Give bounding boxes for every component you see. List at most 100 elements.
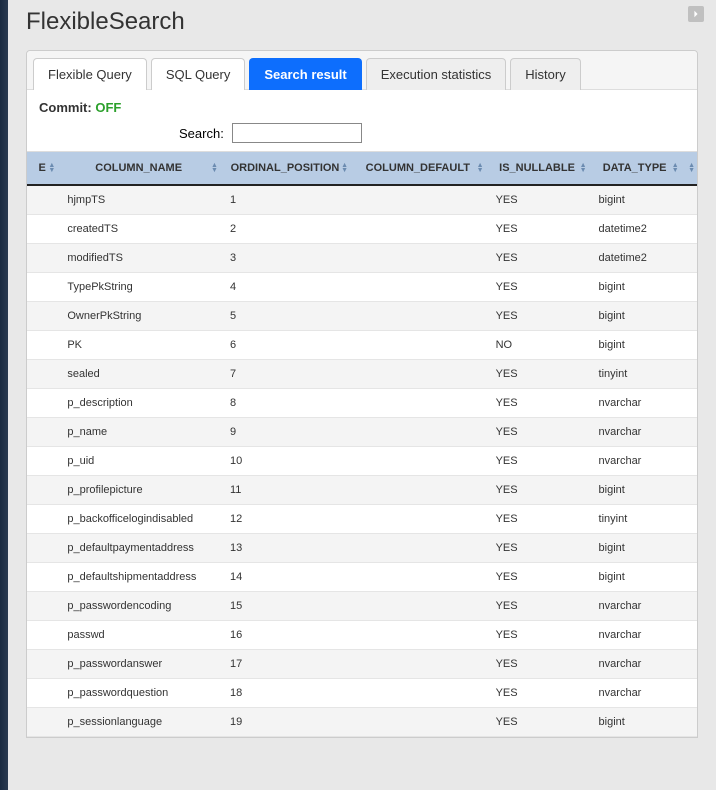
tab-sql-query[interactable]: SQL Query (151, 58, 246, 90)
cell-column_default (350, 476, 486, 505)
table-row[interactable]: p_passwordencoding15YESnvarchar (27, 592, 697, 621)
tab-execution-statistics[interactable]: Execution statistics (366, 58, 507, 90)
cell-ordinal_position: 15 (220, 592, 350, 621)
cell-column_name: hjmpTS (57, 185, 220, 215)
cell-column_name: OwnerPkString (57, 302, 220, 331)
tab-content: Commit: OFF Search: E▲▼COLUMN_NAME▲▼ORDI… (27, 90, 697, 737)
cell-column_default (350, 418, 486, 447)
column-header-last_fragment[interactable]: ▲▼ (681, 152, 697, 185)
table-row[interactable]: TypePkString4YESbigint (27, 273, 697, 302)
cell-is_nullable: YES (486, 534, 589, 563)
tab-bar: Flexible QuerySQL QuerySearch resultExec… (27, 51, 697, 90)
cell-data_type: bigint (589, 563, 681, 592)
cell-first (27, 621, 57, 650)
table-row[interactable]: p_backofficelogindisabled12YEStinyint (27, 505, 697, 534)
cell-data_type: nvarchar (589, 650, 681, 679)
sort-icon: ▲▼ (341, 163, 348, 173)
cell-last (681, 302, 697, 331)
table-row[interactable]: sealed7YEStinyint (27, 360, 697, 389)
column-header-ordinal_position[interactable]: ORDINAL_POSITION▲▼ (220, 152, 350, 185)
cell-first (27, 650, 57, 679)
table-row[interactable]: p_defaultshipmentaddress14YESbigint (27, 563, 697, 592)
tab-flexible-query[interactable]: Flexible Query (33, 58, 147, 90)
cell-data_type: tinyint (589, 505, 681, 534)
cell-column_name: p_profilepicture (57, 476, 220, 505)
cell-is_nullable: NO (486, 331, 589, 360)
cell-column_default (350, 621, 486, 650)
column-header-is_nullable[interactable]: IS_NULLABLE▲▼ (486, 152, 589, 185)
cell-column_default (350, 679, 486, 708)
column-header-column_name[interactable]: COLUMN_NAME▲▼ (57, 152, 220, 185)
cell-is_nullable: YES (486, 273, 589, 302)
cell-ordinal_position: 1 (220, 185, 350, 215)
cell-first (27, 679, 57, 708)
cell-column_default (350, 244, 486, 273)
tab-search-result[interactable]: Search result (249, 58, 361, 90)
table-row[interactable]: p_uid10YESnvarchar (27, 447, 697, 476)
cell-data_type: bigint (589, 273, 681, 302)
cell-column_default (350, 185, 486, 215)
tab-history[interactable]: History (510, 58, 580, 90)
cell-column_name: modifiedTS (57, 244, 220, 273)
cell-ordinal_position: 12 (220, 505, 350, 534)
cell-column_name: passwd (57, 621, 220, 650)
cell-column_name: p_backofficelogindisabled (57, 505, 220, 534)
cell-column_name: p_passwordanswer (57, 650, 220, 679)
cell-data_type: bigint (589, 302, 681, 331)
table-row[interactable]: p_name9YESnvarchar (27, 418, 697, 447)
cell-column_default (350, 389, 486, 418)
cell-ordinal_position: 9 (220, 418, 350, 447)
cell-ordinal_position: 18 (220, 679, 350, 708)
table-row[interactable]: passwd16YESnvarchar (27, 621, 697, 650)
collapse-panel-button[interactable] (688, 6, 704, 22)
column-header-first_fragment[interactable]: E▲▼ (27, 152, 57, 185)
cell-is_nullable: YES (486, 418, 589, 447)
table-row[interactable]: p_passwordquestion18YESnvarchar (27, 679, 697, 708)
table-row[interactable]: p_profilepicture11YESbigint (27, 476, 697, 505)
cell-last (681, 650, 697, 679)
table-row[interactable]: p_defaultpaymentaddress13YESbigint (27, 534, 697, 563)
cell-column_default (350, 215, 486, 244)
cell-is_nullable: YES (486, 302, 589, 331)
cell-column_name: TypePkString (57, 273, 220, 302)
cell-last (681, 679, 697, 708)
table-row[interactable]: p_sessionlanguage19YESbigint (27, 708, 697, 737)
cell-data_type: nvarchar (589, 418, 681, 447)
cell-last (681, 505, 697, 534)
cell-last (681, 563, 697, 592)
cell-column_default (350, 592, 486, 621)
table-row[interactable]: modifiedTS3YESdatetime2 (27, 244, 697, 273)
cell-first (27, 331, 57, 360)
cell-ordinal_position: 16 (220, 621, 350, 650)
table-row[interactable]: createdTS2YESdatetime2 (27, 215, 697, 244)
cell-first (27, 360, 57, 389)
cell-column_default (350, 534, 486, 563)
sort-icon: ▲▼ (48, 163, 55, 173)
cell-last (681, 592, 697, 621)
sort-icon: ▲▼ (477, 163, 484, 173)
cell-ordinal_position: 8 (220, 389, 350, 418)
table-row[interactable]: p_passwordanswer17YESnvarchar (27, 650, 697, 679)
table-row[interactable]: p_description8YESnvarchar (27, 389, 697, 418)
column-header-column_default[interactable]: COLUMN_DEFAULT▲▼ (350, 152, 486, 185)
cell-is_nullable: YES (486, 185, 589, 215)
cell-first (27, 708, 57, 737)
cell-column_name: p_defaultshipmentaddress (57, 563, 220, 592)
cell-data_type: nvarchar (589, 679, 681, 708)
cell-column_name: p_passwordquestion (57, 679, 220, 708)
table-row[interactable]: hjmpTS1YESbigint (27, 185, 697, 215)
column-header-data_type[interactable]: DATA_TYPE▲▼ (589, 152, 681, 185)
search-input[interactable] (232, 123, 362, 143)
table-row[interactable]: OwnerPkString5YESbigint (27, 302, 697, 331)
cell-first (27, 563, 57, 592)
cell-data_type: nvarchar (589, 389, 681, 418)
cell-first (27, 389, 57, 418)
cell-first (27, 534, 57, 563)
cell-last (681, 389, 697, 418)
cell-column_name: createdTS (57, 215, 220, 244)
cell-data_type: nvarchar (589, 447, 681, 476)
cell-column_default (350, 331, 486, 360)
table-row[interactable]: PK6NObigint (27, 331, 697, 360)
cell-ordinal_position: 13 (220, 534, 350, 563)
cell-first (27, 215, 57, 244)
